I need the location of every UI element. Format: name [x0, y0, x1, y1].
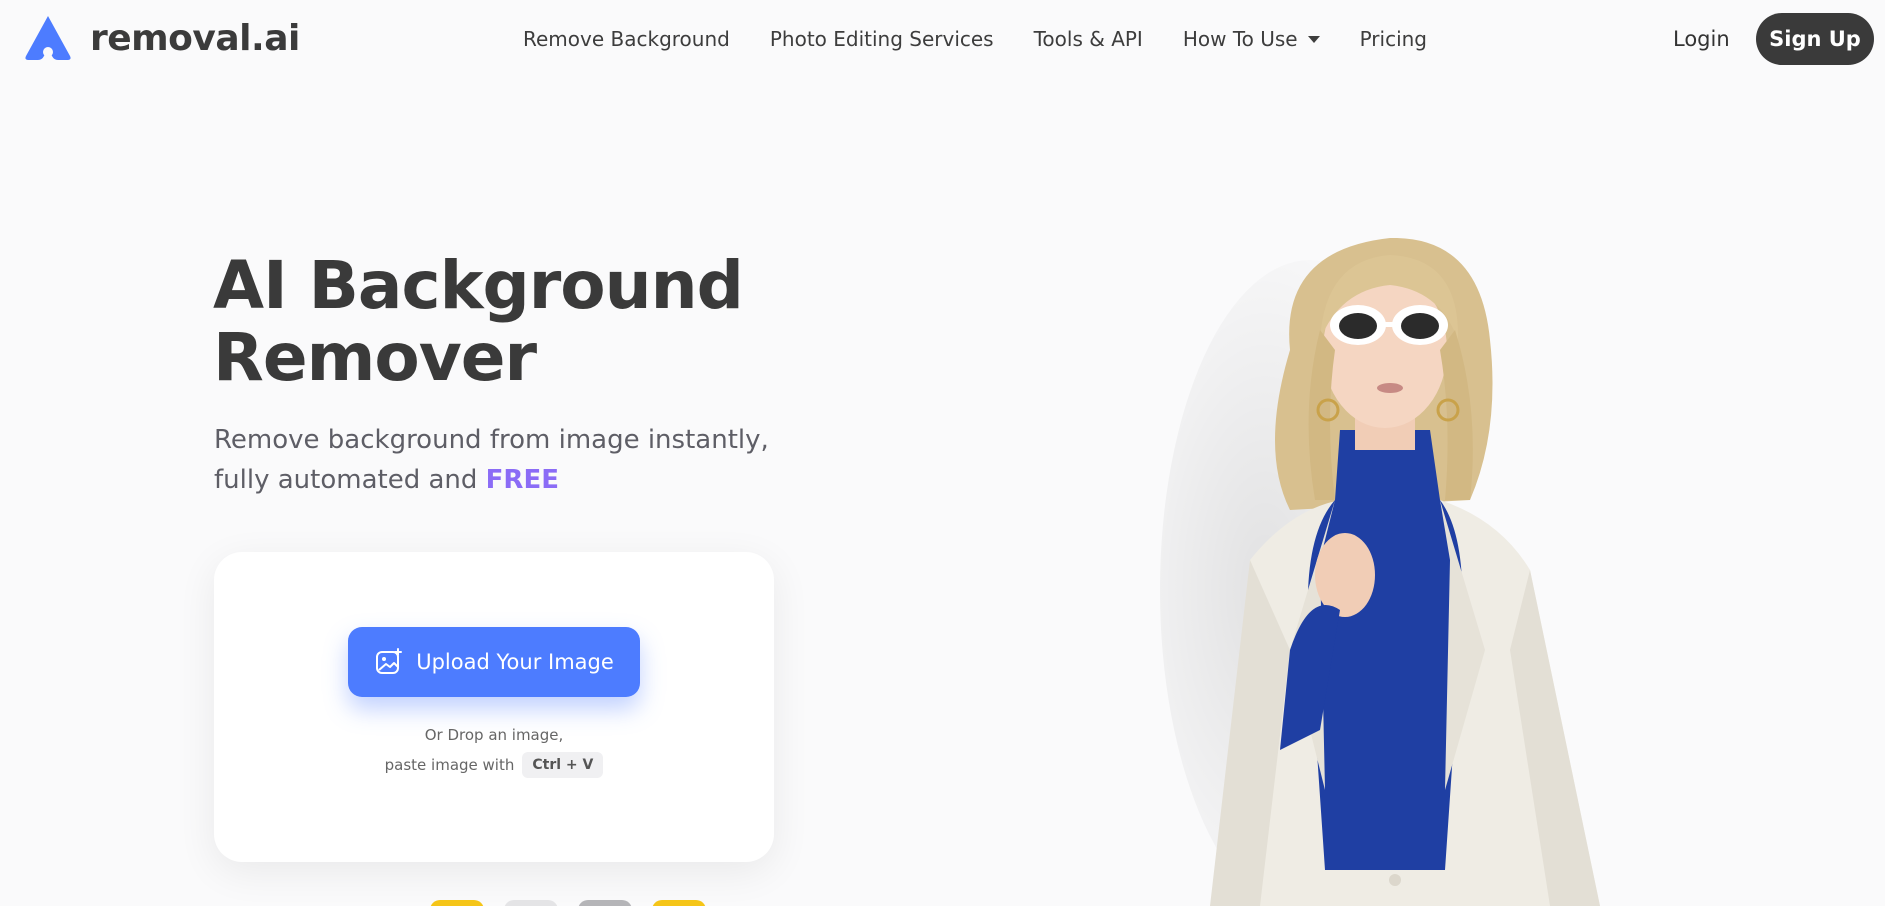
sample-thumb-3[interactable]	[578, 900, 632, 906]
free-highlight: FREE	[485, 465, 559, 495]
subtitle-line-1: Remove background from image instantly,	[214, 425, 769, 455]
signup-button[interactable]: Sign Up	[1756, 13, 1874, 65]
upload-card[interactable]: Upload Your Image Or Drop an image, past…	[214, 552, 774, 862]
paste-hint: paste image with Ctrl + V	[214, 752, 774, 778]
site-header: removal.ai Remove Background Photo Editi…	[0, 0, 1885, 78]
nav-how-to-use[interactable]: How To Use	[1183, 24, 1320, 54]
title-line-2: Remover	[213, 319, 537, 396]
nav-how-to-use-label: How To Use	[1182, 27, 1298, 51]
image-add-icon	[376, 648, 403, 674]
page-title: AI Background Remover	[213, 247, 744, 396]
upload-image-button[interactable]: Upload Your Image	[348, 627, 640, 697]
logo-link[interactable]: removal.ai	[20, 12, 300, 64]
nav-pricing[interactable]: Pricing	[1360, 24, 1427, 54]
nav-photo-editing-services[interactable]: Photo Editing Services	[770, 24, 994, 54]
nav-remove-background[interactable]: Remove Background	[523, 24, 730, 54]
title-line-1: AI Background	[213, 247, 744, 324]
a-logo-icon	[25, 16, 71, 60]
paste-hint-text: paste image with	[384, 756, 515, 774]
shortcut-badge: Ctrl + V	[522, 752, 604, 778]
sample-thumb-1[interactable]	[430, 900, 484, 906]
nav-tools-api[interactable]: Tools & API	[1034, 24, 1143, 54]
brand-name: removal.ai	[90, 17, 300, 59]
main-nav: Remove Background Photo Editing Services…	[523, 24, 1427, 54]
drop-hint: Or Drop an image,	[424, 726, 564, 744]
subtitle-line-2: fully automated and	[214, 465, 478, 495]
chevron-down-icon	[1307, 35, 1320, 43]
sample-thumb-4[interactable]	[652, 900, 706, 906]
sample-thumb-2[interactable]	[504, 900, 558, 906]
login-link[interactable]: Login	[1673, 24, 1730, 54]
upload-button-label: Upload Your Image	[416, 650, 614, 674]
hero-subtitle: Remove background from image instantly, …	[214, 420, 769, 500]
woman-in-white-blazer-photo	[1160, 237, 1600, 906]
